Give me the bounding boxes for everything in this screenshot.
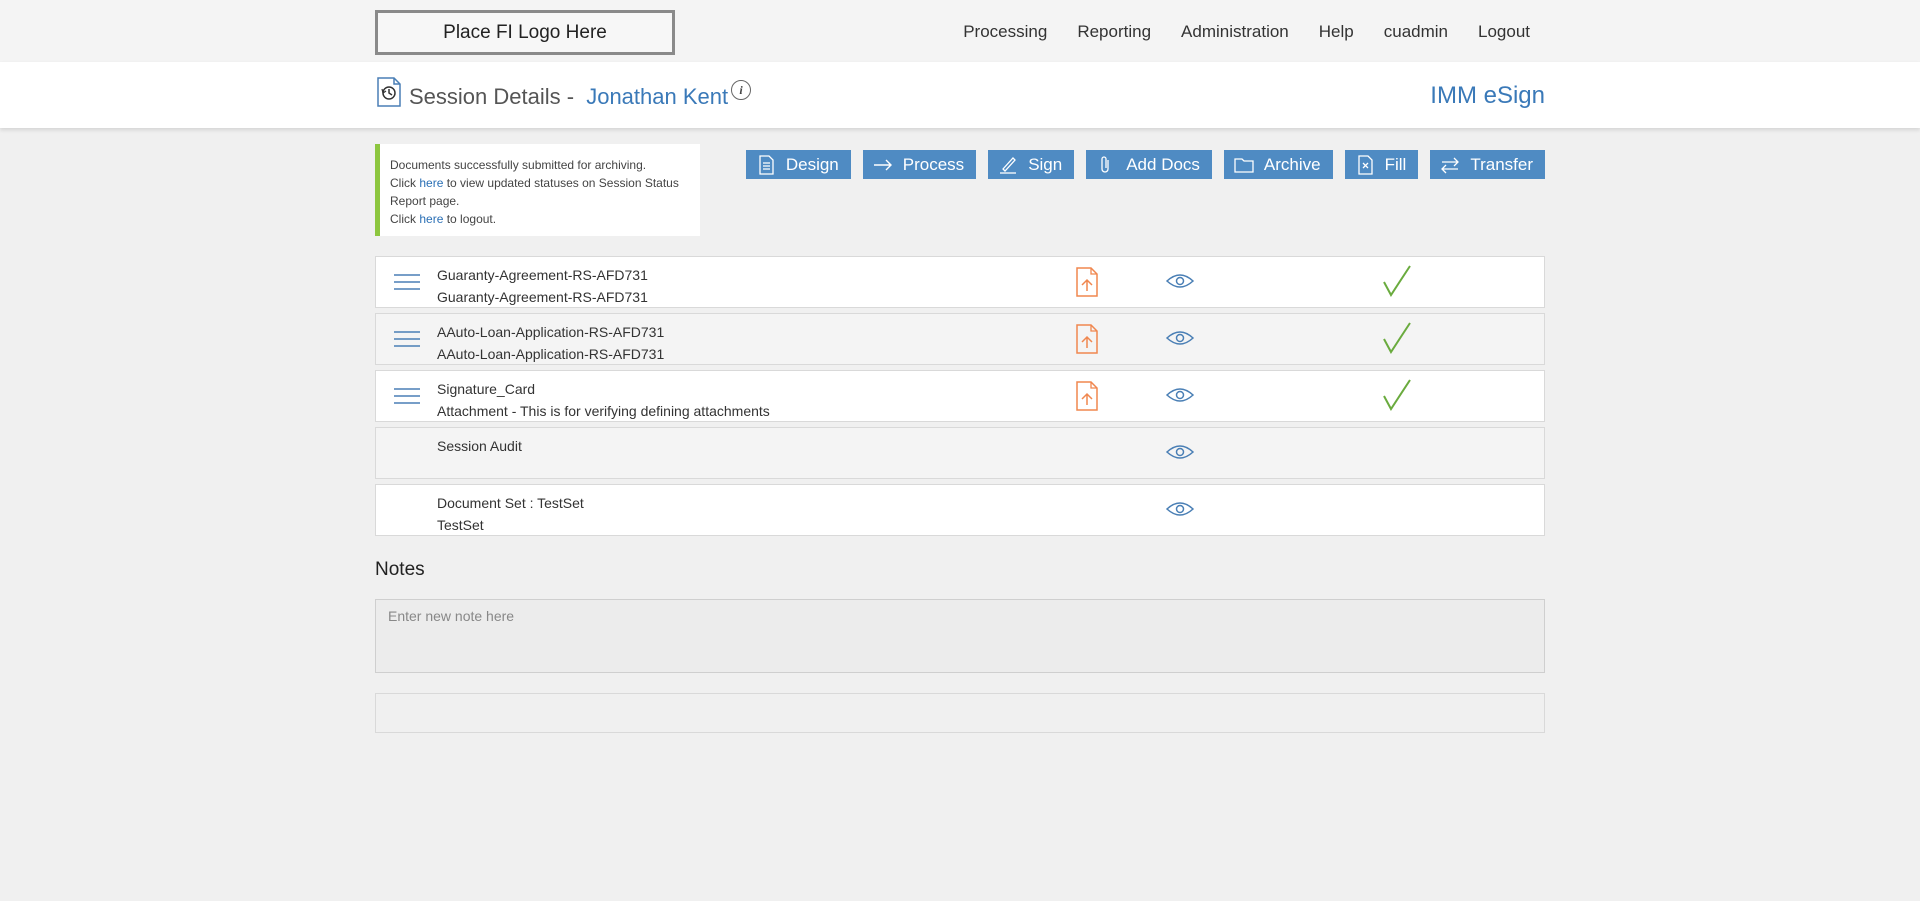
page-title-label: Session Details - (409, 84, 575, 109)
transfer-button[interactable]: Transfer (1430, 150, 1545, 179)
status-report-link[interactable]: here (419, 176, 443, 190)
archive-label: Archive (1263, 154, 1321, 174)
success-alert: Documents successfully submitted for arc… (375, 144, 700, 236)
session-user-name: Jonathan Kent (586, 84, 729, 109)
view-eye-icon[interactable] (1166, 272, 1194, 290)
checkmark-icon (1383, 265, 1411, 297)
design-button[interactable]: Design (745, 150, 851, 179)
alert-status-line: Click here to view updated statuses on S… (390, 174, 690, 210)
alert-message: Documents successfully submitted for arc… (390, 158, 647, 172)
nav-user[interactable]: cuadmin (1384, 22, 1448, 42)
form-fill-icon (1357, 154, 1373, 175)
checkmark-icon (1383, 379, 1411, 411)
alert-text: Click (390, 176, 420, 190)
process-button[interactable]: Process (862, 150, 977, 179)
fill-button[interactable]: Fill (1344, 150, 1419, 179)
document-title: Signature_Card (437, 381, 536, 397)
document-list-icon (759, 154, 774, 175)
view-eye-icon[interactable] (1166, 386, 1194, 404)
paperclip-icon (1101, 155, 1109, 173)
document-subtitle: Guaranty-Agreement-RS-AFD731 (437, 289, 648, 305)
transfer-label: Transfer (1470, 154, 1533, 174)
alert-text: to logout. (443, 212, 497, 226)
folder-icon (1234, 157, 1254, 173)
process-label: Process (902, 154, 965, 174)
document-row: Document Set : TestSet TestSet (375, 484, 1545, 536)
design-label: Design (785, 154, 839, 174)
document-name: Signature_Card Attachment - This is for … (437, 378, 770, 422)
info-icon[interactable]: i (731, 80, 751, 100)
add-docs-button[interactable]: Add Docs (1086, 150, 1212, 179)
nav-processing[interactable]: Processing (963, 22, 1047, 42)
brand-name: IMM eSign (1430, 82, 1545, 109)
document-row: Session Audit (375, 427, 1545, 479)
document-name: Document Set : TestSet TestSet (437, 492, 584, 536)
sign-label: Sign (1028, 154, 1063, 174)
add-docs-label: Add Docs (1126, 154, 1200, 174)
nav-reporting[interactable]: Reporting (1077, 22, 1151, 42)
logo-placeholder[interactable]: Place FI Logo Here (375, 10, 675, 55)
document-row: AAuto-Loan-Application-RS-AFD731 AAuto-L… (375, 313, 1545, 365)
session-header: Session Details - Jonathan Kent i IMM eS… (0, 62, 1920, 128)
new-note-input[interactable] (376, 600, 1544, 672)
drag-handle-icon[interactable] (393, 387, 421, 405)
notes-heading: Notes (375, 559, 425, 580)
notes-list (375, 693, 1545, 733)
main-nav: Processing Reporting Administration Help… (933, 22, 1530, 42)
nav-administration[interactable]: Administration (1181, 22, 1289, 42)
history-document-icon (377, 77, 401, 107)
notes-box (375, 599, 1545, 673)
view-eye-icon[interactable] (1166, 443, 1194, 461)
document-subtitle: AAuto-Loan-Application-RS-AFD731 (437, 346, 665, 362)
nav-logout[interactable]: Logout (1478, 22, 1530, 42)
nav-help[interactable]: Help (1319, 22, 1354, 42)
archive-button[interactable]: Archive (1223, 150, 1333, 179)
logout-link[interactable]: here (419, 212, 443, 226)
document-title: Session Audit (437, 438, 522, 454)
document-row: Signature_Card Attachment - This is for … (375, 370, 1545, 422)
upload-document-icon[interactable] (1075, 381, 1099, 411)
document-subtitle: Attachment - This is for verifying defin… (437, 403, 770, 419)
document-title: Document Set : TestSet (437, 495, 584, 511)
document-title: AAuto-Loan-Application-RS-AFD731 (437, 324, 665, 340)
top-navbar: Place FI Logo Here Processing Reporting … (0, 0, 1920, 62)
page-title: Session Details - Jonathan Kent (409, 84, 728, 110)
upload-document-icon[interactable] (1075, 267, 1099, 297)
transfer-arrows-icon (1441, 157, 1460, 173)
alert-logout-line: Click here to logout. (390, 210, 690, 228)
sign-button[interactable]: Sign (988, 150, 1075, 179)
view-eye-icon[interactable] (1166, 329, 1194, 347)
drag-handle-icon[interactable] (393, 330, 421, 348)
pen-icon (1000, 156, 1017, 174)
document-name: AAuto-Loan-Application-RS-AFD731 AAuto-L… (437, 321, 664, 365)
arrow-right-icon (873, 159, 892, 170)
document-title: Guaranty-Agreement-RS-AFD731 (437, 267, 648, 283)
checkmark-icon (1383, 322, 1411, 354)
view-eye-icon[interactable] (1166, 500, 1194, 518)
fill-label: Fill (1384, 154, 1407, 174)
document-name: Guaranty-Agreement-RS-AFD731 Guaranty-Ag… (437, 264, 648, 308)
document-list: Guaranty-Agreement-RS-AFD731 Guaranty-Ag… (375, 256, 1545, 541)
document-subtitle: TestSet (437, 517, 484, 533)
document-row: Guaranty-Agreement-RS-AFD731 Guaranty-Ag… (375, 256, 1545, 308)
upload-document-icon[interactable] (1075, 324, 1099, 354)
document-name: Session Audit (437, 435, 522, 457)
drag-handle-icon[interactable] (393, 273, 421, 291)
action-toolbar: Design Process Sign Add Docs Archive Fil… (745, 150, 1545, 179)
alert-text: Click (390, 212, 420, 226)
